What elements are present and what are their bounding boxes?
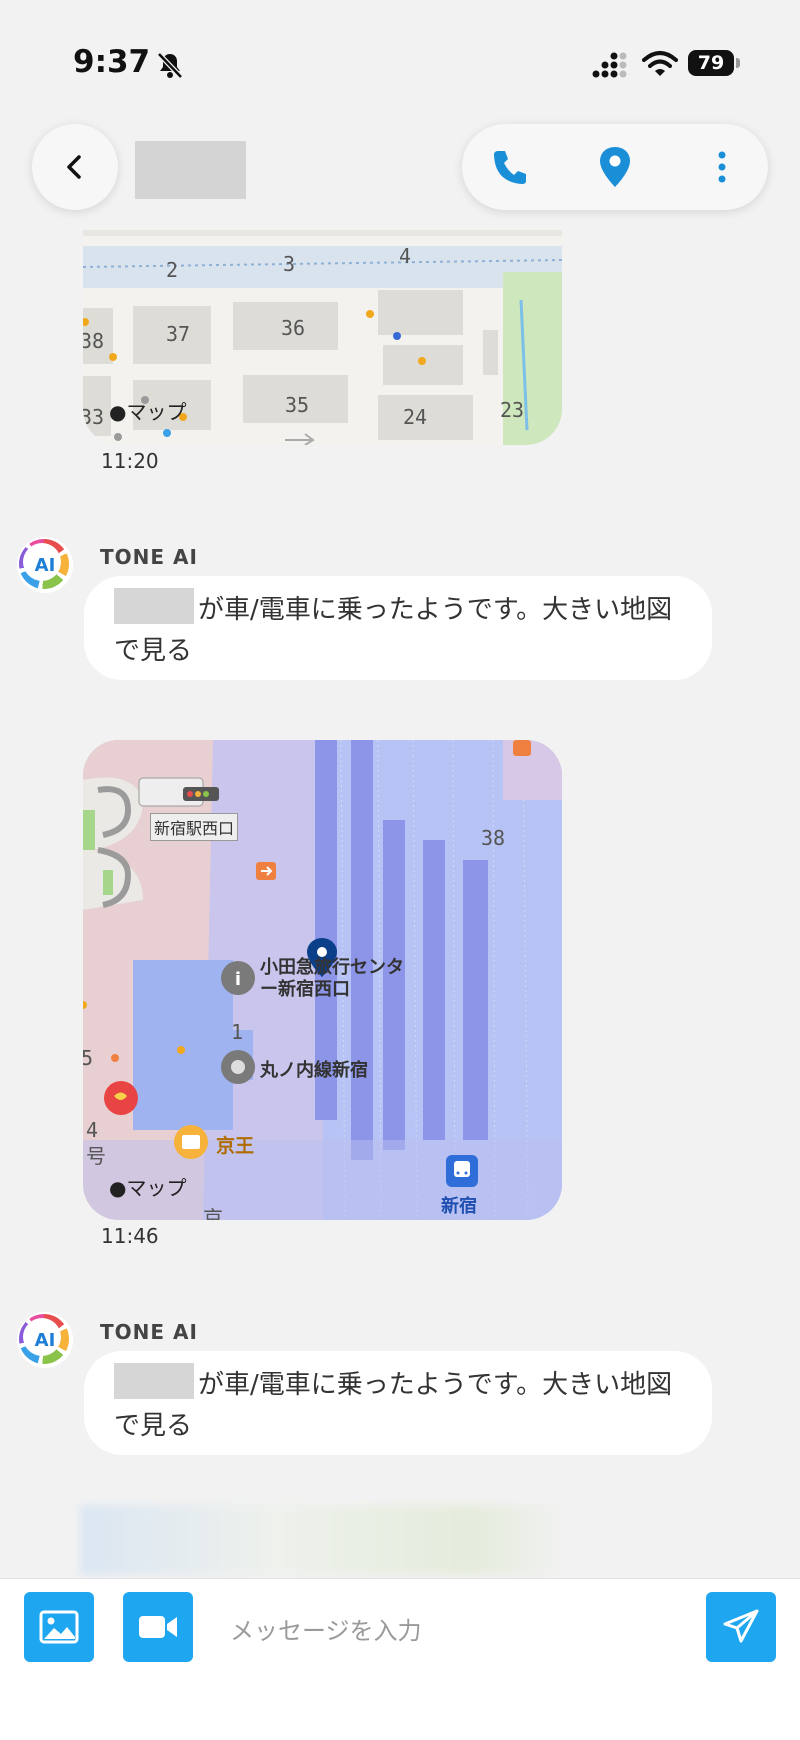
map-place-label: 新宿 <box>441 1196 477 1217</box>
map-label: 37 <box>166 322 191 346</box>
image-button[interactable] <box>24 1592 94 1662</box>
ai-avatar: AI <box>17 1312 73 1368</box>
message-composer: メッセージを入力 <box>0 1578 800 1740</box>
back-button[interactable] <box>32 124 118 210</box>
map-label: 4 <box>86 1118 99 1142</box>
blurred-message-preview <box>80 1505 570 1575</box>
map-label: 33 <box>83 405 105 429</box>
battery-indicator: 79 <box>688 50 744 78</box>
map-place-label: 小田急旅行センター新宿西口 <box>260 957 404 1000</box>
send-button[interactable] <box>706 1592 776 1662</box>
video-button[interactable] <box>123 1592 193 1662</box>
ai-message-bubble[interactable]: が車/電車に乗ったようです。大きい地図で見る <box>84 576 712 680</box>
call-button[interactable] <box>484 141 536 193</box>
map-label: 5 <box>83 1046 94 1070</box>
chevron-left-icon <box>67 155 81 179</box>
phone-icon <box>494 151 526 184</box>
map-label: 4 <box>399 244 412 268</box>
map-place-label: 京王 <box>216 1135 255 1157</box>
redacted-name <box>114 588 194 624</box>
sender-name: TONE AI <box>100 545 198 569</box>
map-label: 23 <box>500 398 525 422</box>
map-label: 京 <box>203 1206 223 1220</box>
map-label: 3 <box>283 252 296 276</box>
map-attribution: ●マップ <box>109 1176 187 1200</box>
signal-icon <box>592 52 627 78</box>
map-place-label: 新宿駅西口 <box>150 813 239 841</box>
battery-level: 79 <box>688 50 734 76</box>
map-label: 2 <box>166 258 179 282</box>
ai-message-bubble[interactable]: が車/電車に乗ったようです。大きい地図で見る <box>84 1351 712 1455</box>
more-vertical-icon <box>718 151 726 183</box>
image-icon <box>39 1610 79 1644</box>
contact-name-redacted <box>135 141 246 199</box>
svg-text:i: i <box>235 969 241 990</box>
sender-name: TONE AI <box>100 1320 198 1344</box>
message-text: が車/電車に乗ったようです。大きい地図で見る <box>114 595 673 666</box>
map-preview-2[interactable]: i 新宿駅西口 38 小田急旅行センター新宿西口 1 丸ノ内線新宿 京王 新宿 … <box>83 740 562 1220</box>
message-time: 11:20 <box>101 449 159 473</box>
header-actions <box>462 124 768 210</box>
status-time: 9:37 <box>73 44 151 80</box>
video-icon <box>139 1616 177 1638</box>
location-button[interactable] <box>589 141 641 193</box>
map-label: 24 <box>403 405 428 429</box>
map-label: 1 <box>231 1020 244 1044</box>
map-label: 35 <box>285 393 310 417</box>
message-time: 11:46 <box>101 1224 159 1248</box>
map-label: 38 <box>83 329 105 353</box>
message-text: が車/電車に乗ったようです。大きい地図で見る <box>114 1370 673 1441</box>
more-button[interactable] <box>696 141 748 193</box>
redacted-name <box>114 1363 194 1399</box>
wifi-icon <box>642 51 678 76</box>
ai-avatar: AI <box>17 537 73 593</box>
map-preview-1[interactable]: 2 3 4 37 36 35 24 23 38 33 ●マップ <box>83 230 562 445</box>
map-label: 36 <box>281 316 306 340</box>
send-icon <box>723 1609 759 1643</box>
map-label: 38 <box>481 826 506 850</box>
bell-muted-icon <box>157 52 183 79</box>
map-attribution: ●マップ <box>109 400 187 424</box>
map-pin-icon <box>600 147 630 187</box>
map-place-label: 丸ノ内線新宿 <box>260 1060 368 1081</box>
map-label: 号 <box>86 1144 106 1168</box>
message-input[interactable]: メッセージを入力 <box>230 1611 422 1646</box>
apple-logo-icon: ● <box>109 1176 127 1200</box>
apple-logo-icon: ● <box>109 400 127 424</box>
